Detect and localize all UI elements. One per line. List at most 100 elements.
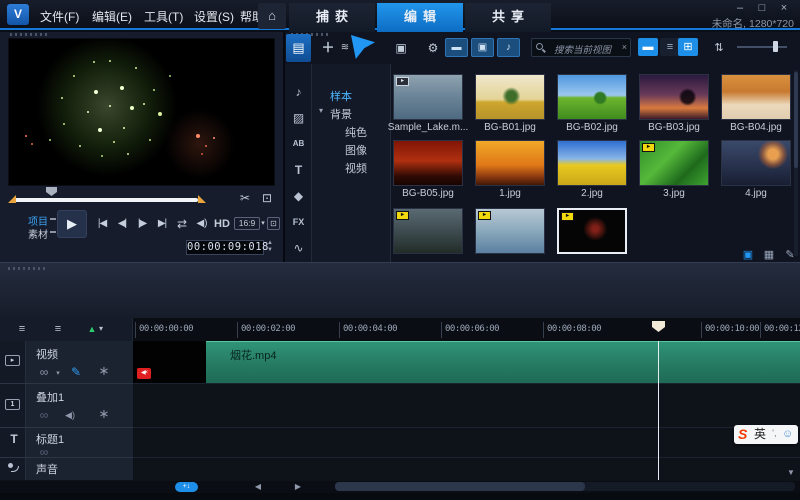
library-item[interactable]: BG-B03.jpg [639, 74, 715, 136]
tree-item-solid[interactable]: 纯色 [345, 124, 367, 140]
menu-edit[interactable]: 编辑(E) [92, 8, 132, 25]
timecode-up-icon[interactable]: ▲ [266, 240, 274, 246]
play-button[interactable]: ▶ [57, 210, 87, 238]
library-scrollbar-thumb[interactable] [794, 72, 798, 168]
mode-clip[interactable]: 素材 [28, 226, 48, 241]
view-thumb-button[interactable]: ▬ [638, 38, 658, 56]
tree-expand-icon[interactable]: ▾ [319, 106, 323, 115]
thumbnail[interactable]: ▸ [393, 208, 463, 254]
library-item[interactable]: ▸ 3.jpg [639, 140, 715, 202]
auto-scroll-button[interactable]: +↓ [175, 482, 198, 492]
motion-path-category-icon[interactable]: ∿ [285, 238, 312, 258]
tree-item-background[interactable]: 背景 [330, 106, 352, 122]
thumbnail-size-slider[interactable] [737, 46, 787, 48]
thumbnail[interactable] [721, 74, 791, 120]
media-library-icon[interactable]: ▤ [286, 34, 311, 62]
ime-language-indicator[interactable]: 英 [754, 425, 766, 444]
go-end-button[interactable]: ▶| [152, 216, 172, 232]
menu-tools[interactable]: 工具(T) [144, 8, 183, 25]
track-name-voice[interactable]: 声音 [36, 461, 58, 477]
split-clip-icon[interactable]: ✂ [236, 190, 254, 206]
thumbnail[interactable] [721, 140, 791, 186]
library-item[interactable]: 2.jpg [557, 140, 633, 202]
frame-fwd-button[interactable]: |▶ [132, 216, 152, 232]
preview-screen[interactable] [8, 38, 275, 186]
track-name-overlay[interactable]: 叠加1 [36, 389, 64, 405]
scroll-left-icon[interactable]: ◀ [252, 482, 264, 492]
view-list-button[interactable]: ≡ [660, 38, 680, 56]
close-button[interactable]: × [776, 2, 792, 15]
trim-bar[interactable] [14, 198, 198, 202]
home-icon[interactable]: ⌂ [258, 3, 286, 29]
library-item[interactable]: 4.jpg [721, 140, 797, 202]
timecode-down-icon[interactable]: ▼ [266, 247, 274, 253]
track-fx-icon[interactable]: ∗ [96, 364, 112, 378]
sort-icon[interactable]: ⇅ [709, 39, 729, 57]
trim-handle-start[interactable] [8, 195, 16, 203]
tab-share[interactable]: 共享 [465, 3, 551, 32]
text-category-icon[interactable]: T [285, 160, 312, 180]
volume-button[interactable]: ◀) [192, 216, 212, 232]
timeline-playhead-marker[interactable] [652, 321, 665, 332]
show-videos-button[interactable]: ▬ [445, 38, 468, 57]
thumbnail[interactable] [557, 74, 627, 120]
import-media-icon[interactable]: ▣ [391, 39, 411, 57]
menu-settings[interactable]: 设置(S) [194, 8, 234, 25]
scroll-right-icon[interactable]: ▶ [292, 482, 304, 492]
thumbnail[interactable] [557, 140, 627, 186]
search-input[interactable]: 搜索当前视图 × [531, 38, 631, 57]
search-clear-icon[interactable]: × [622, 42, 627, 52]
tree-item-samples[interactable]: 样本 [330, 88, 352, 104]
fx-category-icon[interactable]: FX [285, 212, 312, 232]
enlarge-preview-button[interactable]: ⊡ [267, 217, 280, 230]
show-audio-button[interactable]: ♪ [497, 38, 520, 57]
library-item[interactable]: ▸ [475, 208, 551, 270]
add-track-icon[interactable]: ≡ [48, 321, 68, 337]
thumbnail[interactable] [475, 74, 545, 120]
show-photos-button[interactable]: ▣ [471, 38, 494, 57]
playhead-line[interactable] [658, 341, 659, 480]
thumbnail-size-slider-thumb[interactable] [773, 41, 778, 52]
gear-icon[interactable]: ⚙ [423, 39, 443, 57]
hd-toggle[interactable]: HD [212, 216, 232, 232]
ime-smiley-icon[interactable]: ☺ [782, 425, 793, 444]
library-item selected[interactable]: ▸ [557, 208, 633, 270]
tree-item-image[interactable]: 图像 [345, 142, 367, 158]
library-item[interactable]: ▸ [393, 208, 469, 270]
preview-timecode[interactable]: 00:00:09:018 [186, 240, 264, 255]
preview-playhead-marker[interactable] [46, 187, 57, 196]
ime-status-bar[interactable]: S 英 ’, ☺ [734, 425, 798, 444]
library-item[interactable]: BG-B04.jpg [721, 74, 797, 136]
thumbnail-selected[interactable]: ▸ [557, 208, 627, 254]
tab-edit[interactable]: 编辑 [377, 3, 463, 32]
tab-capture[interactable]: 捕获 [289, 3, 375, 32]
music-category-icon[interactable]: ♪ [285, 82, 312, 102]
track-manager-icon[interactable]: ≡ [12, 321, 32, 337]
transition-category-icon[interactable]: ▨ [285, 108, 312, 128]
minimize-button[interactable]: – [732, 2, 748, 15]
aspect-ratio-button[interactable]: 16:9 [234, 217, 260, 230]
ime-punctuation-indicator[interactable]: ’, [772, 425, 777, 442]
frame-back-button[interactable]: ◀| [112, 216, 132, 232]
thumbnail[interactable] [639, 74, 709, 120]
toolbar-drag-handle[interactable] [8, 267, 48, 270]
thumbnail[interactable]: ▸ [393, 74, 463, 120]
ime-logo-icon[interactable]: S [738, 425, 747, 444]
ripple-caret-icon[interactable]: ▾ [50, 367, 66, 381]
library-item[interactable]: ▸ Sample_Lake.m... [393, 74, 469, 136]
tree-item-video[interactable]: 视频 [345, 160, 367, 176]
grid-view-icon[interactable]: ▦ [761, 248, 777, 262]
trim-handle-end[interactable] [198, 195, 206, 203]
timeline-scrollbar-thumb[interactable] [335, 482, 585, 491]
clip-first-frame[interactable]: ◀× [133, 341, 206, 383]
snapshot-icon[interactable]: ⊡ [258, 190, 276, 206]
go-start-button[interactable]: |◀ [92, 216, 112, 232]
speaker-icon[interactable]: ◀) [62, 408, 78, 422]
track-name-video[interactable]: 视频 [36, 346, 58, 362]
maximize-button[interactable]: □ [754, 2, 770, 15]
library-item[interactable]: 1.jpg [475, 140, 551, 202]
graphic-category-icon[interactable]: ◆ [285, 186, 312, 206]
repeat-button[interactable]: ⇄ [172, 216, 192, 232]
timeline-ruler[interactable]: ≡ ≡ ▲ ▾ 00:00:00:00 00:00:02:00 00:00:04… [0, 318, 800, 341]
track-fx-icon[interactable]: ∗ [96, 407, 112, 421]
